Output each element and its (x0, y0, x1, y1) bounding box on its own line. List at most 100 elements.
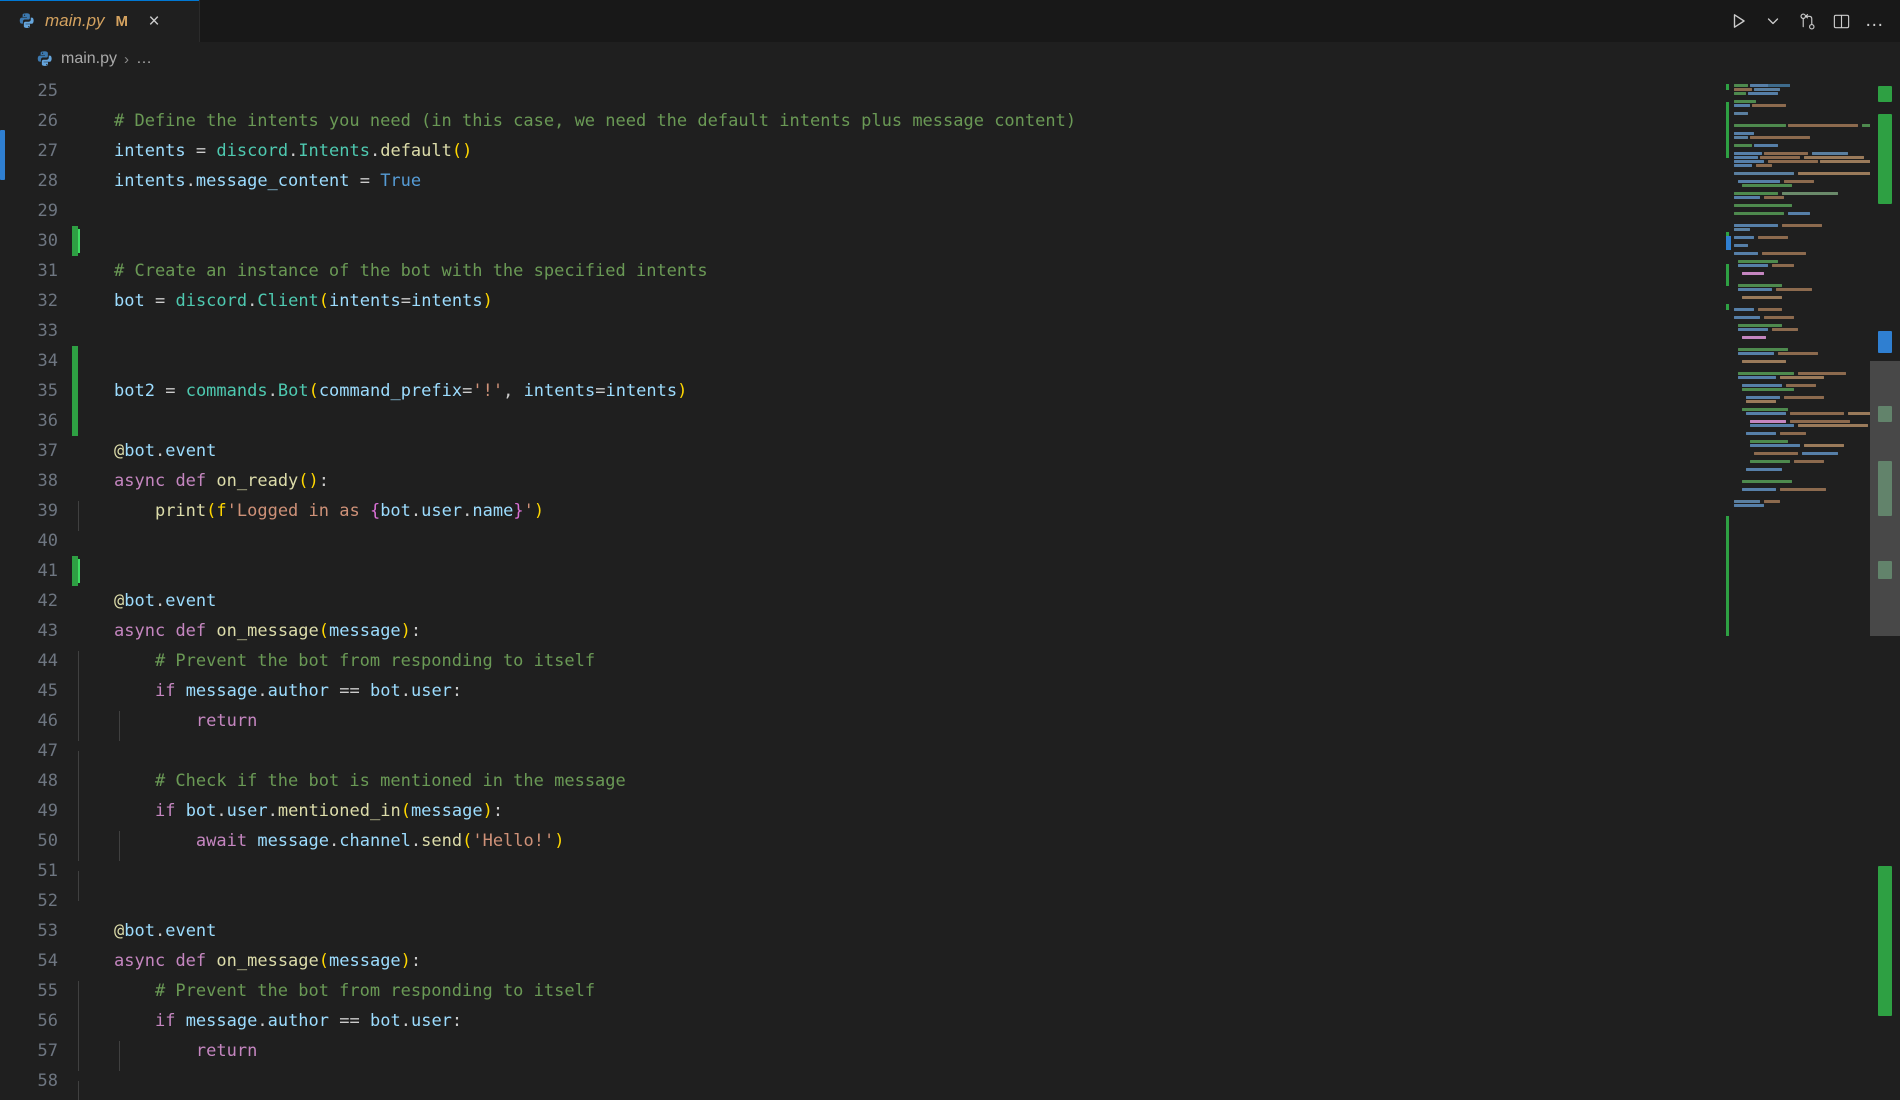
minimap-token (1734, 500, 1760, 503)
code-line[interactable]: 56 if message.author == bot.user: (0, 1006, 1900, 1041)
code-line[interactable]: 38 async def on_ready(): (0, 466, 1900, 496)
minimap-token (1734, 152, 1762, 155)
minimap-token (1734, 504, 1764, 507)
code-token: message (257, 831, 329, 851)
vertical-scrollbar-thumb[interactable] (1870, 361, 1900, 636)
minimap[interactable] (1724, 76, 1870, 1100)
code-line[interactable]: 34 (0, 346, 1900, 376)
code-line[interactable]: 28 intents.message_content = True (0, 166, 1900, 196)
code-line[interactable]: 45 if message.author == bot.user: (0, 676, 1900, 711)
minimap-token (1742, 480, 1792, 483)
code-token: } (513, 501, 524, 521)
code-line[interactable]: 25 (0, 76, 1900, 106)
code-line[interactable]: 42 @bot.event (0, 586, 1900, 616)
code-line[interactable]: 46 return (0, 706, 1900, 741)
code-line[interactable]: 54 async def on_message(message): (0, 946, 1900, 976)
minimap-token (1734, 228, 1750, 231)
line-number: 44 (37, 651, 58, 671)
code-line[interactable]: 47 (0, 736, 1900, 781)
run-options-dropdown[interactable] (1758, 6, 1788, 36)
more-actions-button[interactable]: … (1860, 6, 1890, 36)
code-token: ( (318, 951, 330, 971)
code-token: = (154, 291, 166, 311)
minimap-token (1768, 84, 1790, 87)
code-line[interactable]: 44 # Prevent the bot from responding to … (0, 646, 1900, 681)
overview-ruler-and-scrollbar[interactable] (1870, 76, 1900, 1100)
code-line[interactable]: 51 (0, 856, 1900, 901)
code-line[interactable]: 52 (0, 886, 1900, 916)
minimap-token (1750, 440, 1788, 443)
code-line[interactable]: 41 (0, 556, 1900, 586)
code-token: mentioned_in (277, 801, 401, 821)
split-editor-icon (1833, 14, 1849, 28)
line-number: 33 (37, 321, 58, 341)
code-token: def (175, 951, 207, 971)
code-token: 'Logged in as (226, 501, 370, 521)
code-line[interactable]: 36 (0, 406, 1900, 436)
code-line[interactable]: 58 (0, 1066, 1900, 1100)
minimap-token (1742, 388, 1794, 391)
code-token: ) (482, 291, 493, 311)
code-line[interactable]: 31 # Create an instance of the bot with t… (0, 256, 1900, 286)
code-line[interactable]: 27 intents = discord.Intents.default() (0, 136, 1900, 166)
code-line[interactable]: 53 @bot.event (0, 916, 1900, 946)
code-line[interactable]: 35 bot2 = commands.Bot(command_prefix='!'… (0, 376, 1900, 406)
code-editor[interactable]: 25 26 # Define the intents you need (in th… (0, 76, 1900, 1100)
code-line[interactable]: 49 if bot.user.mentioned_in(message): (0, 796, 1900, 831)
breadcrumb-item-overflow[interactable]: … (136, 50, 153, 68)
code-line[interactable]: 29 (0, 196, 1900, 226)
code-line[interactable]: 26 # Define the intents you need (in this… (0, 106, 1900, 136)
code-line[interactable]: 30 (0, 226, 1900, 256)
code-lines-container[interactable]: 25 26 # Define the intents you need (in th… (0, 76, 1900, 1100)
minimap-token (1746, 432, 1776, 435)
code-token: . (328, 831, 340, 851)
code-token: bot (370, 681, 401, 701)
code-line[interactable]: 43 async def on_message(message): (0, 616, 1900, 646)
code-line[interactable]: 57 return (0, 1036, 1900, 1071)
code-token: user (226, 801, 268, 821)
code-line[interactable]: 50 await message.channel.send('Hello!') (0, 826, 1900, 861)
minimap-token (1782, 224, 1822, 227)
code-line[interactable]: 37 @bot.event (0, 436, 1900, 466)
split-editor-button[interactable] (1826, 6, 1856, 36)
breadcrumb: main.py › … (0, 42, 1900, 76)
code-token: ) (554, 831, 565, 851)
line-number: 45 (37, 681, 58, 701)
minimap-token (1752, 104, 1786, 107)
code-text: return (78, 1041, 257, 1071)
minimap-token (1746, 468, 1782, 471)
minimap-token (1734, 132, 1754, 135)
code-token: name (472, 501, 514, 521)
breadcrumb-item-file[interactable]: main.py (61, 50, 117, 68)
code-line[interactable]: 40 (0, 526, 1900, 556)
tab-main-py[interactable]: main.py M × (0, 0, 200, 42)
run-python-file-button[interactable] (1724, 6, 1754, 36)
code-token: intents (114, 141, 186, 161)
code-token: command_prefix (318, 381, 463, 401)
line-number: 43 (37, 621, 58, 641)
code-token: message_content (195, 171, 350, 191)
code-line[interactable]: 39 print(f'Logged in as {bot.user.name}'… (0, 496, 1900, 531)
code-token: = (462, 381, 473, 401)
code-token: bot2 (114, 381, 155, 401)
code-line[interactable]: 55 # Prevent the bot from responding to … (0, 976, 1900, 1011)
minimap-token (1798, 372, 1846, 375)
minimap-token (1764, 500, 1780, 503)
code-token: ) (400, 621, 411, 641)
source-control-button[interactable] (1792, 6, 1822, 36)
gutter-spacer (72, 76, 78, 106)
close-icon[interactable]: × (143, 10, 165, 32)
code-line[interactable]: 33 (0, 316, 1900, 346)
minimap-token (1804, 444, 1844, 447)
code-line[interactable]: 48 # Check if the bot is mentioned in th… (0, 766, 1900, 801)
code-line[interactable]: 32 bot = discord.Client(intents=intents) (0, 286, 1900, 316)
